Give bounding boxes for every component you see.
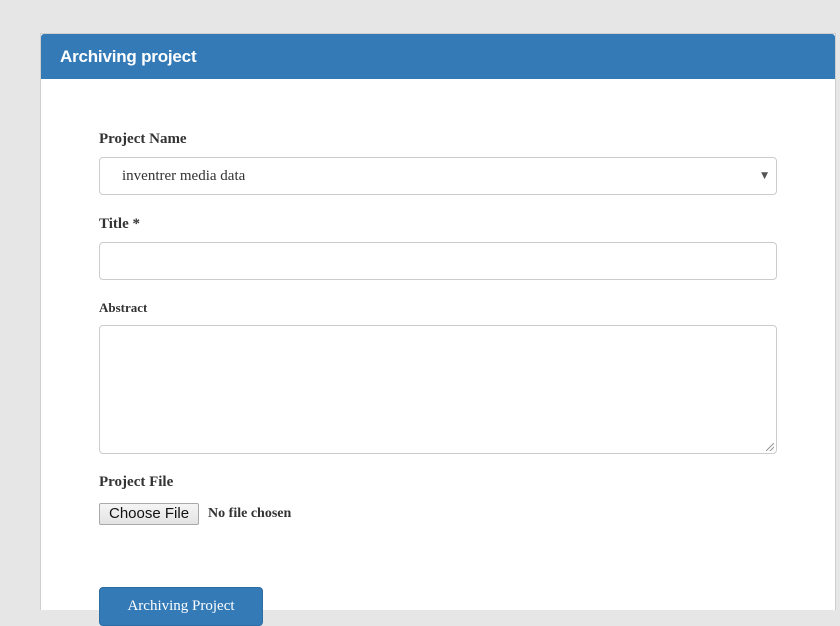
abstract-label: Abstract	[99, 300, 148, 315]
file-status-text: No file chosen	[208, 506, 292, 521]
project-name-select[interactable]: inventrer media data ▼	[99, 157, 777, 195]
title-input[interactable]	[99, 242, 777, 280]
resize-grip-icon[interactable]	[766, 443, 774, 451]
project-name-selected-value: inventrer media data	[122, 168, 246, 184]
file-input: Choose File No file chosen	[99, 503, 291, 525]
project-file-label: Project File	[99, 474, 174, 490]
archiving-project-button[interactable]: Archiving Project	[99, 587, 263, 626]
panel-title: Archiving project	[41, 34, 835, 79]
abstract-textarea[interactable]	[99, 325, 777, 454]
archiving-panel: Archiving project Project Name inventrer…	[40, 33, 836, 626]
caret-down-icon: ▼	[761, 171, 768, 181]
project-name-label: Project Name	[99, 131, 187, 147]
choose-file-button[interactable]: Choose File	[99, 503, 200, 525]
title-label: Title *	[99, 216, 140, 232]
